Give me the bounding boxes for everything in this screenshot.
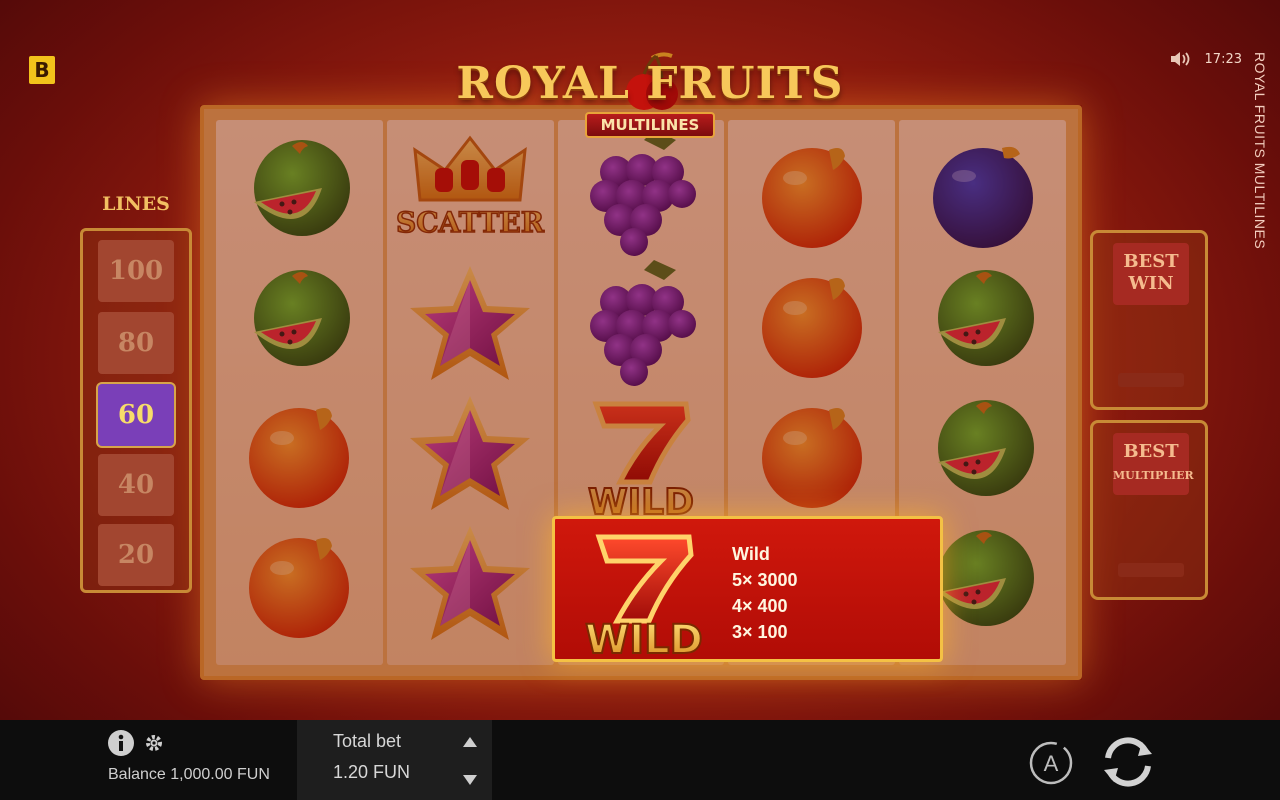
orange-icon[interactable] (747, 390, 877, 520)
paytable-payout-3: 3× 100 (732, 622, 788, 642)
lines-option-60[interactable]: 60 (98, 384, 174, 446)
best-multiplier-label-line1: BEST (1123, 441, 1179, 462)
lines-option-80[interactable]: 80 (98, 312, 174, 374)
orange-icon[interactable] (234, 390, 364, 520)
brand-logo: B (29, 56, 55, 84)
wild-text: WILD (585, 617, 703, 659)
grapes-icon[interactable] (576, 260, 706, 390)
svg-text:WILD: WILD (588, 482, 694, 520)
paytable-payout-5: 5× 3000 (732, 570, 798, 590)
spin-icon (1104, 737, 1152, 787)
best-win-label-line1: BEST (1123, 251, 1179, 272)
paytable-payout-4: 4× 400 (732, 596, 788, 616)
autoplay-letter: A (1044, 751, 1059, 776)
star-icon[interactable] (405, 260, 535, 390)
total-bet-value: 1.20 FUN (333, 762, 411, 782)
vertical-game-title: ROYAL FRUITS MULTILINES (1252, 52, 1268, 250)
reel-1 (216, 120, 383, 665)
scatter-crown-icon[interactable]: SCATTER (395, 130, 546, 260)
game-subtitle: MULTILINES (585, 112, 715, 138)
best-multiplier-label-line2: MULTIPLIER (1113, 469, 1194, 482)
wild-seven-icon[interactable]: WILD (576, 390, 706, 524)
speaker-icon[interactable] (1169, 50, 1191, 68)
grapes-icon[interactable] (576, 130, 706, 260)
lines-panel: LINES 100 80 60 40 20 (80, 188, 192, 608)
watermelon-icon[interactable] (234, 130, 364, 260)
reel-2: SCATTER (386, 120, 554, 665)
game-title: ROYAL FRUITS (456, 58, 844, 109)
gear-icon[interactable] (144, 733, 164, 753)
autoplay-button[interactable]: A (1028, 740, 1074, 786)
star-icon[interactable] (405, 390, 535, 520)
lines-option-100[interactable]: 100 (98, 240, 174, 302)
best-win-value-bar (1118, 373, 1184, 387)
bottom-bar (0, 720, 1280, 800)
balance-text: Balance 1,000.00 FUN (108, 766, 270, 783)
paytable-info: Wild 5× 3000 4× 400 3× 100 (732, 541, 798, 645)
star-icon[interactable] (405, 520, 535, 650)
bet-decrease-icon[interactable] (460, 772, 480, 788)
orange-icon[interactable] (747, 130, 877, 260)
lines-option-20[interactable]: 20 (98, 524, 174, 586)
best-win-label-line2: WIN (1128, 273, 1174, 294)
status-bar: 17:23 (1169, 50, 1242, 68)
best-win-label: BEST WIN (1113, 243, 1189, 305)
plum-icon[interactable] (918, 130, 1048, 260)
clock-time: 17:23 (1204, 51, 1242, 67)
watermelon-icon[interactable] (918, 260, 1048, 390)
wild-seven-icon: WILD (584, 534, 704, 659)
info-icon[interactable] (107, 729, 135, 757)
bet-increase-icon[interactable] (460, 734, 480, 750)
paytable-symbol-name: Wild (732, 544, 770, 564)
spin-button[interactable] (1094, 728, 1162, 796)
best-multiplier-panel: BEST MULTIPLIER (1090, 420, 1208, 600)
watermelon-icon[interactable] (918, 390, 1048, 520)
paytable-popup: WILD Wild 5× 3000 4× 400 3× 100 (552, 516, 943, 662)
best-multiplier-value-bar (1118, 563, 1184, 577)
best-multiplier-label: BEST MULTIPLIER (1113, 433, 1194, 495)
orange-icon[interactable] (747, 260, 877, 390)
orange-icon[interactable] (234, 520, 364, 650)
svg-text:SCATTER: SCATTER (396, 206, 545, 239)
lines-option-40[interactable]: 40 (98, 454, 174, 516)
lines-label: LINES (102, 193, 170, 215)
total-bet-label: Total bet (333, 731, 402, 751)
game-logo: ROYAL FRUITS MULTILINES (390, 50, 910, 145)
watermelon-icon[interactable] (234, 260, 364, 390)
best-win-panel: BEST WIN (1090, 230, 1208, 410)
